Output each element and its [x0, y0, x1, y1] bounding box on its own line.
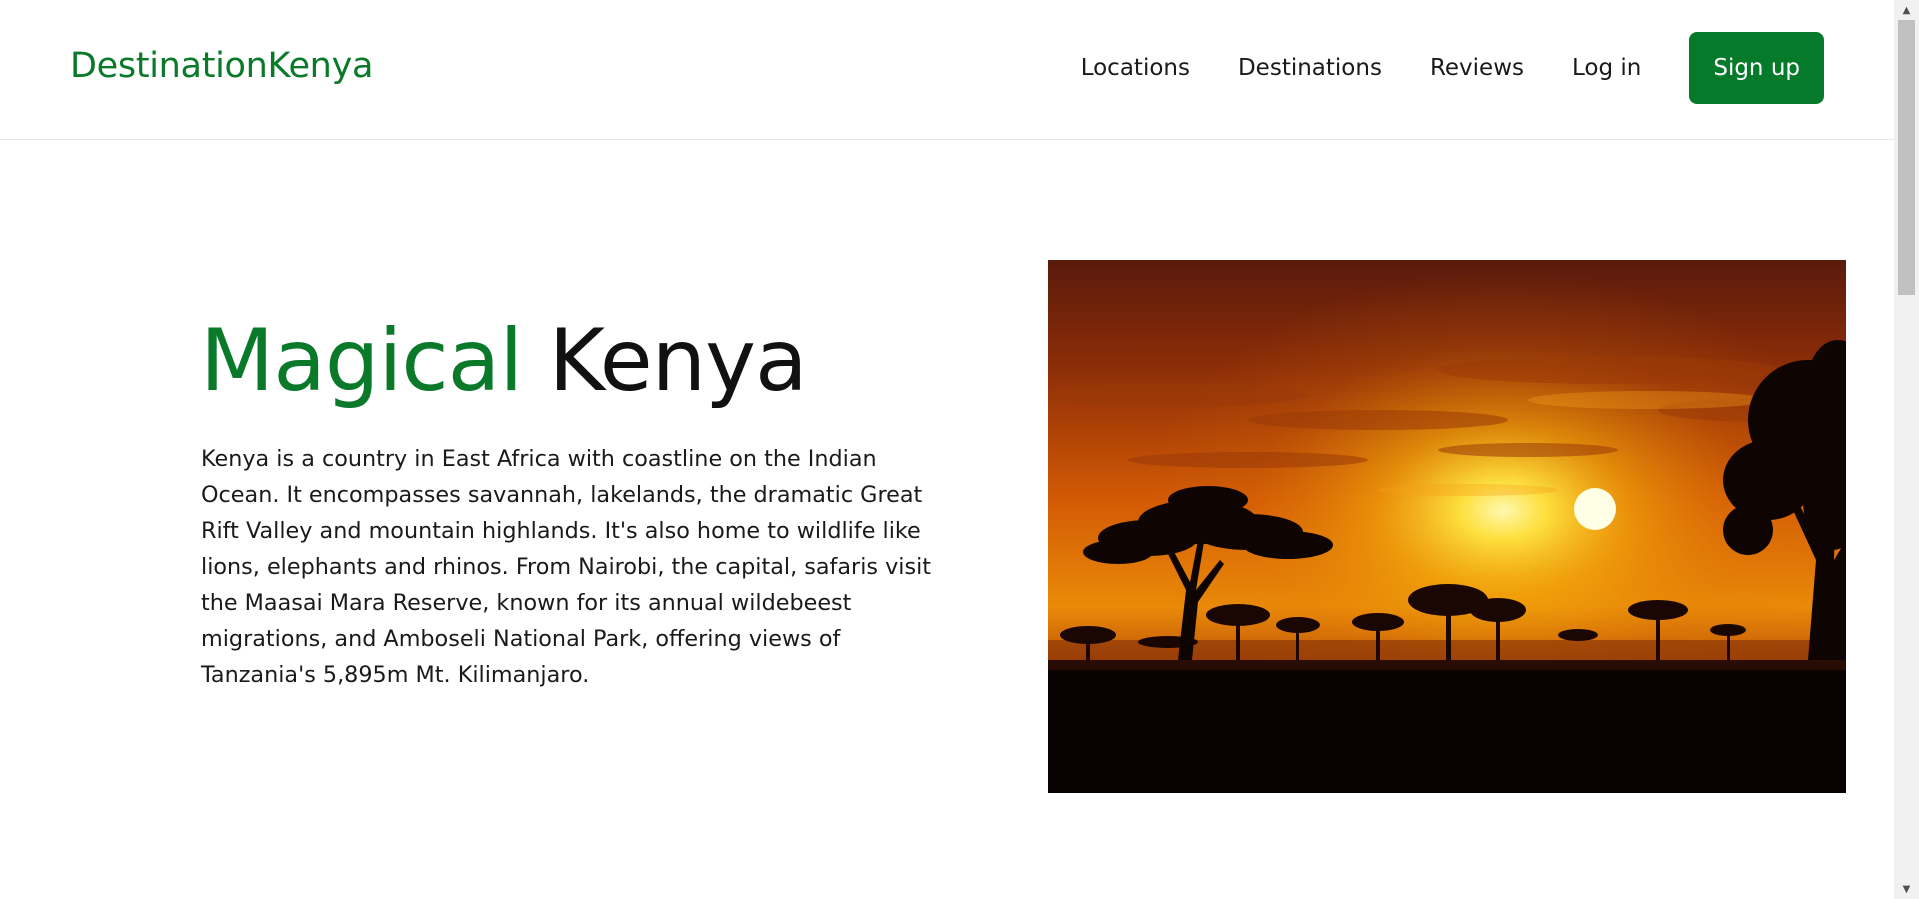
- hero-title-accent: Magical: [200, 311, 523, 411]
- page: DestinationKenya Locations Destinations …: [0, 0, 1919, 899]
- hero-title: Magical Kenya: [200, 318, 808, 404]
- hero-title-rest: Kenya: [548, 311, 808, 411]
- scroll-up-arrow-icon[interactable]: ▲: [1894, 0, 1919, 20]
- site-header: DestinationKenya Locations Destinations …: [0, 0, 1894, 140]
- nav-login-link[interactable]: Log in: [1572, 55, 1641, 81]
- vertical-scrollbar[interactable]: ▲ ▼: [1894, 0, 1919, 899]
- site-logo[interactable]: DestinationKenya: [70, 46, 373, 86]
- sunset-savannah-illustration: [1048, 260, 1846, 793]
- hero-description: Kenya is a country in East Africa with c…: [201, 446, 932, 688]
- signup-button[interactable]: Sign up: [1689, 32, 1824, 104]
- main-nav: Locations Destinations Reviews Log in Si…: [1081, 32, 1824, 104]
- nav-locations-link[interactable]: Locations: [1081, 55, 1190, 81]
- nav-destinations-link[interactable]: Destinations: [1238, 55, 1382, 81]
- scroll-down-arrow-icon[interactable]: ▼: [1894, 879, 1919, 899]
- hero-image: [1048, 260, 1846, 793]
- scrollbar-thumb[interactable]: [1898, 20, 1915, 295]
- nav-reviews-link[interactable]: Reviews: [1430, 55, 1524, 81]
